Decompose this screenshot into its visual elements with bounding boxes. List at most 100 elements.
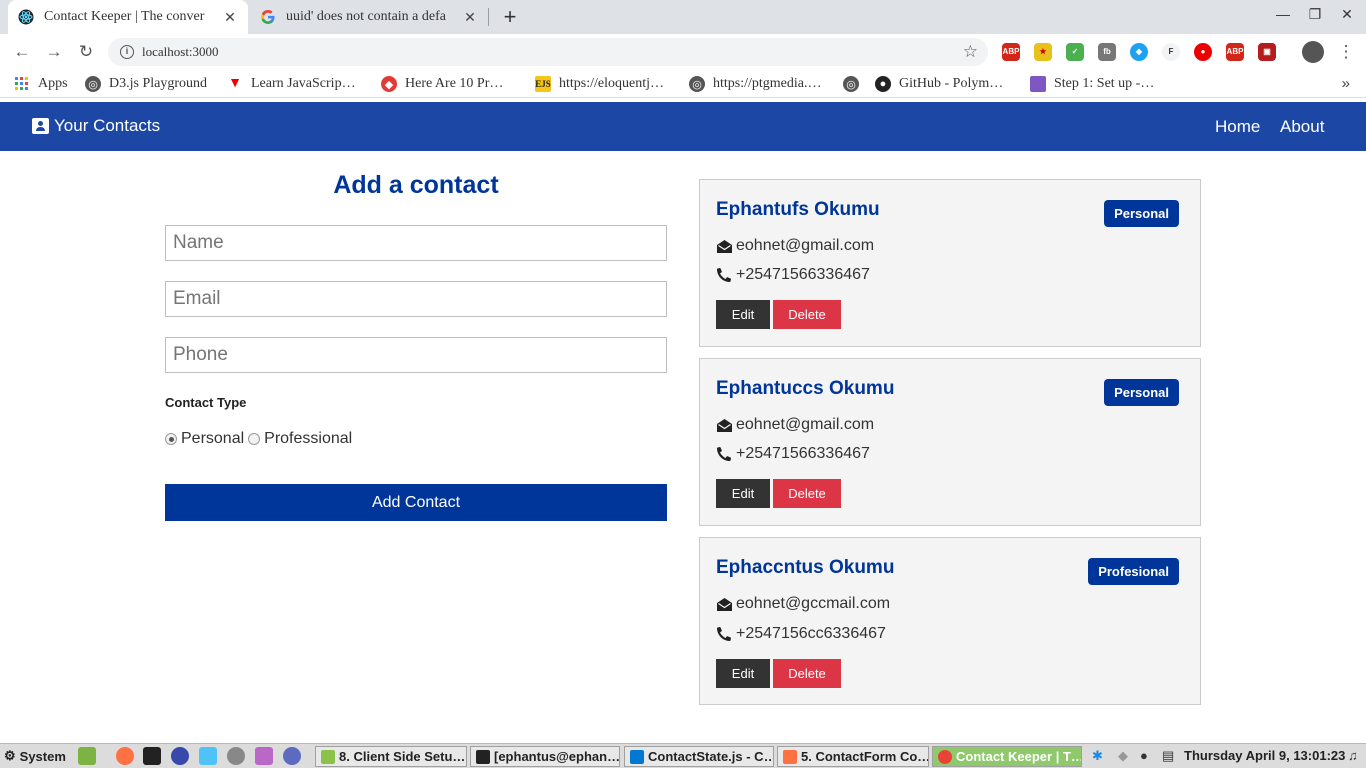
contact-email-row: eohnet@gmail.com	[716, 416, 874, 434]
transfer-launcher-icon[interactable]	[255, 747, 273, 765]
bookmark-d3[interactable]: ◎ D3.js Playground	[85, 75, 207, 93]
contact-phone-row: +25471566336467	[716, 445, 870, 463]
chrome-launcher-icon[interactable]	[283, 747, 301, 765]
back-icon[interactable]: ←	[10, 40, 34, 64]
network-launcher-icon[interactable]	[199, 747, 217, 765]
abp-red-icon[interactable]: ABP	[1226, 43, 1244, 61]
contact-email: eohnet@gmail.com	[736, 237, 875, 254]
photo-icon[interactable]: ▣	[1258, 43, 1276, 61]
contact-name: Ephaccntus Okumu	[716, 557, 895, 578]
bookmark-ptgmedia[interactable]: ◎ https://ptgmedia.…	[689, 75, 822, 93]
edit-button[interactable]: Edit	[716, 479, 770, 508]
bookmark-label: https://ptgmedia.…	[713, 76, 822, 91]
personal-radio-label[interactable]: Personal	[181, 430, 244, 448]
contact-type-badge: Personal	[1104, 200, 1179, 227]
tab-uuid-search[interactable]: uuid' does not contain a defa ✕	[250, 0, 488, 34]
personal-radio[interactable]	[165, 433, 177, 445]
globe-icon: ◎	[689, 76, 705, 92]
bookmark-label: GitHub - Polym…	[899, 76, 1004, 91]
close-tab-icon[interactable]: ✕	[222, 9, 238, 26]
profile-avatar[interactable]	[1302, 41, 1324, 63]
wifi-launcher-icon[interactable]	[227, 747, 245, 765]
contact-card: Ephantufs Okumu Personal eohnet@gmail.co…	[699, 179, 1201, 347]
bookmark-star-icon[interactable]: ☆	[963, 42, 978, 62]
apps-grid-icon	[14, 76, 30, 92]
abp-icon[interactable]: ABP	[1002, 43, 1020, 61]
new-tab-icon[interactable]: +	[498, 4, 522, 30]
email-input[interactable]	[165, 281, 667, 317]
name-input[interactable]	[165, 225, 667, 261]
task-vscode[interactable]: ContactState.js - C…	[624, 746, 774, 767]
ublock-icon[interactable]: ●	[1194, 43, 1212, 61]
delete-button[interactable]: Delete	[773, 300, 841, 329]
edit-button[interactable]: Edit	[716, 659, 770, 688]
pushbullet-icon[interactable]: ✓	[1066, 43, 1084, 61]
task-terminal[interactable]: [ephantus@ephan…	[470, 746, 620, 767]
form-title: Add a contact	[333, 171, 499, 199]
professional-radio[interactable]	[248, 433, 261, 445]
add-contact-button[interactable]: Add Contact	[165, 484, 667, 521]
edit-button[interactable]: Edit	[716, 300, 770, 329]
phone-input[interactable]	[165, 337, 667, 373]
bookmark-eloquentjs[interactable]: EJS https://eloquentj…	[535, 75, 664, 93]
envelope-icon	[716, 596, 732, 612]
task-client-side-setup[interactable]: 8. Client Side Setu…	[315, 746, 467, 767]
nav-about-link[interactable]: About	[1280, 117, 1324, 137]
bookmark-globe[interactable]: ◎	[843, 75, 867, 93]
more-bookmarks-icon[interactable]: »	[1342, 75, 1350, 92]
task-chrome-contact-keeper[interactable]: Contact Keeper | T…	[932, 746, 1082, 767]
tab-title: uuid' does not contain a defa	[286, 9, 446, 24]
fb-icon[interactable]: fb	[1098, 43, 1116, 61]
bluetooth-icon[interactable]: ✱	[1092, 748, 1103, 764]
professional-radio-label[interactable]: Professional	[264, 430, 352, 448]
chrome-icon	[938, 749, 952, 764]
task-label: 5. ContactForm Co…	[801, 749, 929, 764]
task-label: ContactState.js - C…	[648, 749, 774, 764]
bookmark-label: D3.js Playground	[109, 76, 207, 91]
reload-icon[interactable]: ↻	[74, 40, 98, 64]
bookmark-apps[interactable]: Apps	[14, 75, 68, 93]
bookmark-github[interactable]: ● GitHub - Polym…	[875, 75, 1003, 93]
network-icon[interactable]: ◆	[1118, 748, 1128, 764]
delete-button[interactable]: Delete	[773, 479, 841, 508]
contact-phone-row: +2547156cc6336467	[716, 625, 886, 643]
address-bar[interactable]: i localhost:3000 ☆	[108, 38, 988, 66]
file-manager-launcher-icon[interactable]	[78, 747, 96, 765]
brand[interactable]: Your Contacts	[32, 116, 160, 136]
terminal-launcher-icon[interactable]	[143, 747, 161, 765]
nav-home-link[interactable]: Home	[1215, 117, 1260, 137]
system-menu-button[interactable]: ⚙ System	[4, 748, 66, 764]
media-launcher-icon[interactable]	[171, 747, 189, 765]
font-icon[interactable]: F	[1162, 43, 1180, 61]
vpn-icon[interactable]: ★	[1034, 43, 1052, 61]
contact-email-row: eohnet@gccmail.com	[716, 595, 890, 613]
bookmark-label: https://eloquentj…	[559, 76, 664, 91]
task-video-player[interactable]: 5. ContactForm Co…	[777, 746, 929, 767]
close-window-icon[interactable]: ✕	[1337, 6, 1357, 23]
task-label: 8. Client Side Setu…	[339, 749, 466, 764]
info-icon[interactable]: i	[120, 45, 134, 59]
bookmark-here-are[interactable]: ◆ Here Are 10 Pr…	[381, 75, 503, 93]
url-text[interactable]: localhost:3000	[142, 44, 963, 60]
music-note-icon[interactable]: ♫	[1348, 748, 1358, 763]
user-icon[interactable]: ●	[1140, 748, 1148, 763]
twitter-bird-icon[interactable]: ◆	[1130, 43, 1148, 61]
contact-type-badge: Profesional	[1088, 558, 1179, 585]
clock[interactable]: Thursday April 9, 13:01:23	[1184, 748, 1345, 763]
tab-contact-keeper[interactable]: Contact Keeper | The conver ✕	[8, 0, 248, 34]
bookmark-learn-js[interactable]: ▼ Learn JavaScrip…	[227, 75, 356, 93]
close-tab-icon[interactable]: ✕	[462, 9, 478, 26]
minimize-icon[interactable]: —	[1273, 6, 1293, 22]
ejs-icon: EJS	[535, 76, 551, 92]
bookmark-step1[interactable]: Step 1: Set up -…	[1030, 75, 1154, 93]
contact-email: eohnet@gmail.com	[736, 416, 875, 433]
forward-icon[interactable]: →	[42, 40, 66, 64]
menu-dots-icon[interactable]: ⋮	[1334, 40, 1358, 64]
phone-icon	[716, 446, 732, 462]
phone-icon	[716, 267, 732, 283]
restore-icon[interactable]: ❐	[1305, 6, 1325, 23]
clipboard-icon[interactable]: ▤	[1162, 748, 1174, 764]
firefox-launcher-icon[interactable]	[116, 747, 134, 765]
delete-button[interactable]: Delete	[773, 659, 841, 688]
contact-type-badge: Personal	[1104, 379, 1179, 406]
